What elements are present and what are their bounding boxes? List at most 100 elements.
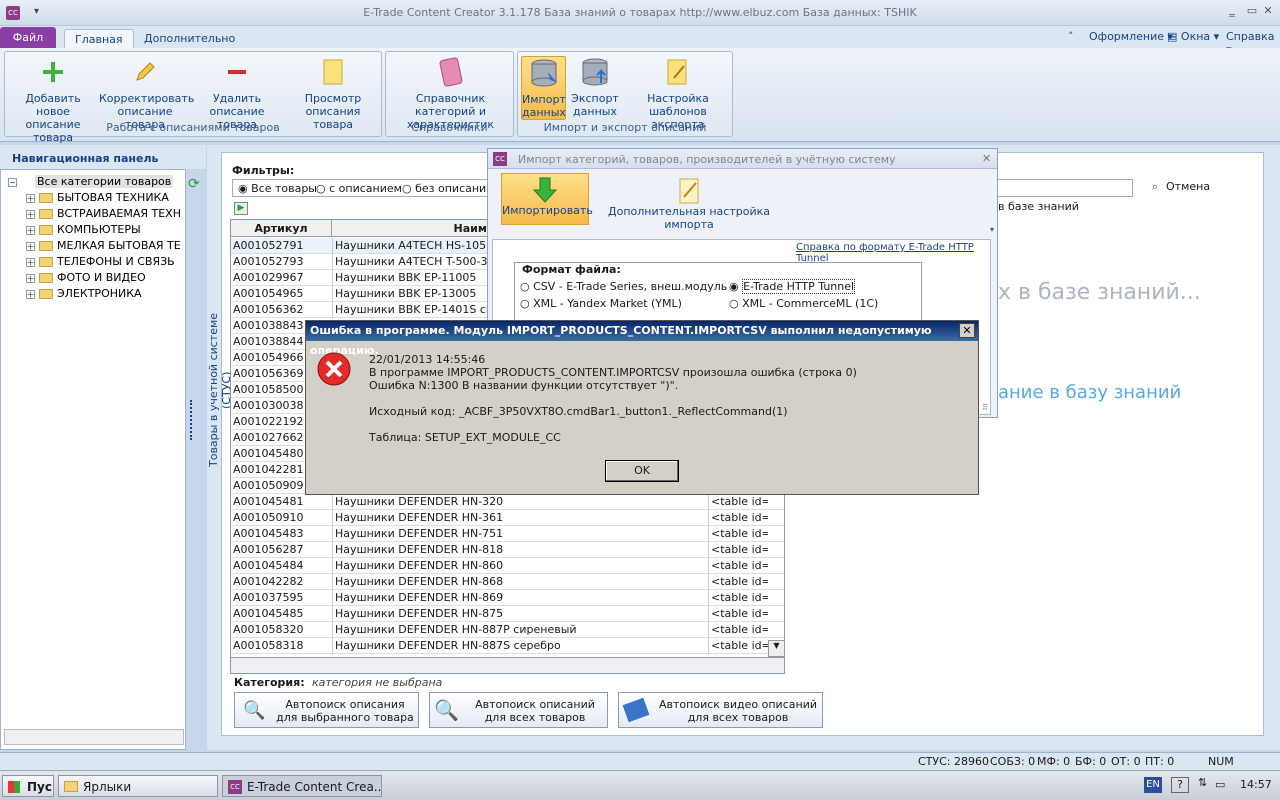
folder-icon — [39, 209, 53, 219]
autosearch-video-button[interactable]: Автопоиск видео описаний для всех товаро… — [618, 692, 823, 728]
tree-root[interactable]: − Все категории товаров — [8, 174, 174, 190]
expand-icon[interactable]: + — [26, 273, 35, 283]
minimize-button[interactable]: ‗ — [1222, 4, 1242, 20]
cancel-icon[interactable]: ⌕ — [1152, 180, 1158, 194]
autosearch-all-button[interactable]: 🔍 Автопоиск описаний для всех товаров — [429, 692, 608, 728]
kb-add-link[interactable]: ание в базу знаний — [998, 382, 1181, 403]
tree-item[interactable]: + ЭЛЕКТРОНИКА — [26, 286, 142, 302]
tree-item[interactable]: + ТЕЛЕФОНЫ И СВЯЗЬ — [26, 254, 175, 270]
cell-html: <table id="p — [708, 510, 768, 526]
ribbon-minimize-icon[interactable]: ˄ — [1068, 30, 1074, 43]
tree-item[interactable]: + ФОТО И ВИДЕО — [26, 270, 146, 286]
tree-item[interactable]: + МЕЛКАЯ БЫТОВАЯ ТЕ — [26, 238, 181, 254]
expand-icon[interactable]: + — [26, 257, 35, 267]
book-icon — [435, 56, 467, 88]
etrade-icon: CC — [228, 780, 242, 794]
nav-horizontal-scrollbar[interactable] — [4, 729, 184, 745]
import-dialog-close[interactable]: ✕ — [982, 152, 991, 165]
format-yml-radio[interactable]: ○ XML - Yandex Market (YML) — [520, 297, 682, 310]
import-run-button[interactable]: Импортировать — [501, 173, 593, 225]
status-sobz: СОБЗ: 0 — [990, 755, 1036, 768]
menu-help-label: Справка — [1226, 30, 1275, 43]
help-icon[interactable]: ? — [1171, 777, 1189, 793]
network-icon[interactable]: ⇅ — [1198, 776, 1207, 789]
ok-button[interactable]: OK — [605, 460, 679, 482]
format-cml-label: XML - CommerceML (1C) — [742, 297, 879, 310]
folder-icon — [39, 273, 53, 283]
expand-icon[interactable]: + — [26, 241, 35, 251]
error-close-button[interactable]: ✕ — [959, 323, 975, 338]
tree-item[interactable]: + ВСТРАИВАЕМАЯ ТЕХН — [26, 206, 181, 222]
cell-name: Наушники DEFENDER HN-869 — [332, 590, 632, 606]
table-row[interactable]: A001045485 Наушники DEFENDER HN-875 <table… — [231, 606, 784, 622]
cell-html: <table id="p — [708, 526, 768, 542]
export-templates-button[interactable]: Настройка шаблонов экспорта — [624, 56, 732, 131]
autosearch-one-button[interactable]: 🔍 Автопоиск описания для выбранного това… — [234, 692, 419, 728]
expand-icon[interactable]: + — [26, 289, 35, 299]
task-etrade-label: E-Trade Content Crea... — [247, 780, 382, 794]
task-shortcuts[interactable]: Ярлыки — [58, 775, 218, 797]
tab-file[interactable]: Файл — [0, 27, 56, 48]
table-row[interactable]: A001037595 Наушники DEFENDER HN-869 <table… — [231, 590, 784, 606]
search-input[interactable] — [995, 179, 1133, 197]
expand-icon[interactable]: + — [26, 225, 35, 235]
format-label: Формат файла: — [520, 263, 623, 276]
import-settings-button[interactable]: Дополнительная настройка импорта — [594, 177, 784, 231]
format-tunnel-radio[interactable]: ◉ E-Trade HTTP Tunnel — [729, 279, 856, 294]
filter-without-radio[interactable]: ○ без описания — [402, 182, 493, 195]
collapse-icon[interactable]: − — [8, 177, 17, 187]
table-row[interactable]: A001042282 Наушники DEFENDER HN-868 <table… — [231, 574, 784, 590]
format-help-link[interactable]: Справка по формату E-Trade HTTP Tunnel — [796, 242, 997, 264]
grid-horizontal-scrollbar[interactable] — [231, 657, 784, 673]
tab-extra[interactable]: Дополнительно — [134, 29, 245, 48]
resize-grip-icon[interactable]: ⠿ — [982, 403, 988, 412]
filter-all-radio[interactable]: ◉ Все товары — [238, 182, 317, 195]
table-row[interactable]: A001050910 Наушники DEFENDER HN-361 <table… — [231, 510, 784, 526]
tray-icon[interactable]: ▭ — [1215, 778, 1225, 791]
tree-item[interactable]: + КОМПЬЮТЕРЫ — [26, 222, 141, 238]
table-row[interactable]: A001058320 Наушники DEFENDER HN-887P сире… — [231, 622, 784, 638]
table-row[interactable]: A001045481 Наушники DEFENDER HN-320 <table… — [231, 494, 784, 510]
scroll-down-icon[interactable]: ▼ — [768, 640, 784, 657]
table-row[interactable]: A001045483 Наушники DEFENDER HN-751 <table… — [231, 526, 784, 542]
close-button[interactable]: ✕ — [1258, 4, 1278, 20]
table-row[interactable]: A001045484 Наушники DEFENDER HN-860 <table… — [231, 558, 784, 574]
splitter-handle[interactable] — [190, 400, 196, 440]
plus-icon — [37, 56, 69, 88]
export-grid-icon[interactable]: ▶ — [234, 202, 248, 215]
task-etrade[interactable]: CC E-Trade Content Crea... — [222, 775, 382, 797]
import-data-button[interactable]: Импорт данных — [521, 56, 566, 120]
format-yml-label: XML - Yandex Market (YML) — [533, 297, 682, 310]
expand-icon[interactable]: + — [26, 209, 35, 219]
tree-item[interactable]: + БЫТОВАЯ ТЕХНИКА — [26, 190, 169, 206]
format-csv-radio[interactable]: ○ CSV - E-Trade Series, внеш.модуль — [520, 280, 727, 293]
menu-windows[interactable]: ▤ Окна ▾ — [1167, 30, 1219, 43]
start-button[interactable]: Пуск — [2, 775, 54, 797]
view-description-button[interactable]: Просмотр описания товара — [287, 56, 379, 131]
table-row[interactable]: A001056287 Наушники DEFENDER HN-818 <table… — [231, 542, 784, 558]
format-cml-radio[interactable]: ○ XML - CommerceML (1C) — [729, 297, 878, 310]
error-line1: В программе IMPORT_PRODUCTS_CONTENT.IMPO… — [369, 366, 857, 379]
filter-all-label: Все товары — [251, 182, 317, 195]
col-article-header[interactable]: Артикул — [231, 220, 332, 237]
import-data-label: Импорт данных — [522, 93, 566, 119]
tab-home[interactable]: Главная — [64, 29, 134, 48]
delete-description-button[interactable]: Удалить описание товара — [191, 56, 283, 131]
refresh-icon[interactable]: ⟳ — [188, 176, 200, 192]
status-stus: СТУС: 28960 — [918, 755, 989, 768]
menu-design[interactable]: Оформление ▾ — [1089, 30, 1173, 43]
catalog-button[interactable]: Справочник категорий и характеристик — [388, 56, 513, 131]
cell-name: Наушники DEFENDER HN-818 — [332, 542, 632, 558]
tree-item-label: БЫТОВАЯ ТЕХНИКА — [57, 191, 169, 204]
edit-description-button[interactable]: Корректировать описание товара — [99, 56, 194, 131]
cell-html: <table id="p — [708, 574, 768, 590]
dialog-scroll-icon[interactable]: ▾ — [990, 225, 994, 234]
filter-with-radio[interactable]: ○ с описанием — [316, 182, 402, 195]
cancel-link[interactable]: Отмена — [1166, 180, 1210, 193]
expand-icon[interactable]: + — [26, 193, 35, 203]
language-indicator[interactable]: EN — [1144, 777, 1162, 793]
group-references-label: Справочники — [411, 121, 488, 134]
table-row[interactable]: A001058318 Наушники DEFENDER HN-887S сере… — [231, 638, 784, 654]
export-data-button[interactable]: Экспорт данных — [569, 56, 621, 118]
tree-item-label: ТЕЛЕФОНЫ И СВЯЗЬ — [57, 255, 175, 268]
